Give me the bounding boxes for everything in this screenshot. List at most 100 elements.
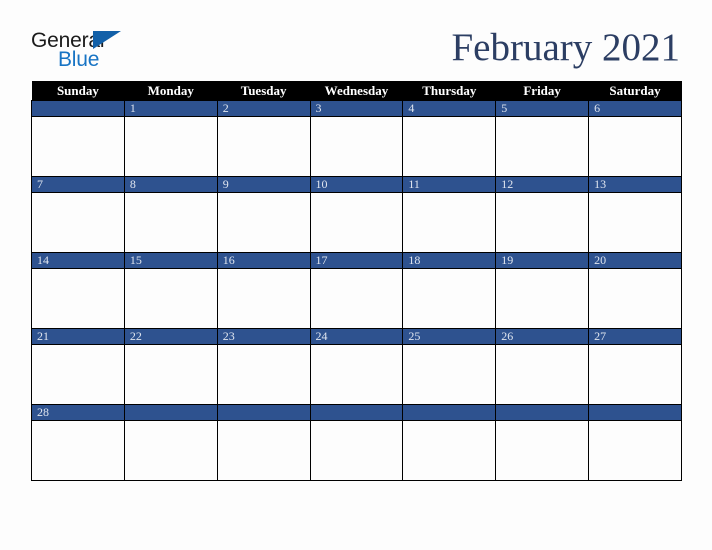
day-events-area[interactable] <box>32 193 124 252</box>
date-bar <box>310 404 403 421</box>
day-events-area[interactable] <box>217 269 310 328</box>
day-cell[interactable]: 24 <box>309 328 404 404</box>
day-cell[interactable]: 14 <box>31 252 125 328</box>
day-cell[interactable]: 13 <box>588 176 682 252</box>
day-cell[interactable] <box>216 404 311 481</box>
day-events-area[interactable] <box>496 193 589 252</box>
date-number: 10 <box>315 177 328 191</box>
day-events-area[interactable] <box>496 421 589 480</box>
day-events-area[interactable] <box>589 345 681 404</box>
date-number: 27 <box>594 329 607 343</box>
day-events-area[interactable] <box>589 421 681 480</box>
day-events-area[interactable] <box>217 193 310 252</box>
day-events-area[interactable] <box>403 117 496 176</box>
day-cell[interactable]: 25 <box>402 328 497 404</box>
date-number: 12 <box>501 177 514 191</box>
day-cell[interactable] <box>588 404 682 481</box>
day-cell[interactable]: 26 <box>495 328 590 404</box>
day-cell[interactable] <box>495 404 590 481</box>
day-events-area[interactable] <box>32 117 124 176</box>
date-bar <box>32 100 124 117</box>
day-events-area[interactable] <box>496 117 589 176</box>
date-number: 26 <box>501 329 514 343</box>
day-events-area[interactable] <box>217 117 310 176</box>
day-cell[interactable]: 19 <box>495 252 590 328</box>
day-events-area[interactable] <box>32 269 124 328</box>
day-events-area[interactable] <box>217 421 310 480</box>
day-cell[interactable]: 12 <box>495 176 590 252</box>
date-bar: 26 <box>496 328 589 345</box>
date-bar: 14 <box>32 252 124 269</box>
day-cell[interactable]: 4 <box>402 100 497 176</box>
day-cell[interactable]: 6 <box>588 100 682 176</box>
date-bar: 12 <box>496 176 589 193</box>
day-events-area[interactable] <box>589 193 681 252</box>
day-events-area[interactable] <box>32 345 124 404</box>
date-bar: 24 <box>310 328 403 345</box>
day-cell[interactable]: 23 <box>216 328 311 404</box>
day-cell[interactable]: 22 <box>123 328 218 404</box>
day-cell[interactable]: 27 <box>588 328 682 404</box>
calendar-grid: Sunday Monday Tuesday Wednesday Thursday… <box>31 81 682 481</box>
day-events-area[interactable] <box>310 269 403 328</box>
day-cell[interactable]: 1 <box>123 100 218 176</box>
date-bar <box>589 404 681 421</box>
day-events-area[interactable] <box>124 193 217 252</box>
weekday-header-sunday: Sunday <box>31 81 125 100</box>
day-events-area[interactable] <box>124 117 217 176</box>
day-events-area[interactable] <box>124 421 217 480</box>
page-title: February 2021 <box>451 26 680 69</box>
day-events-area[interactable] <box>496 345 589 404</box>
date-number: 3 <box>315 101 322 115</box>
weekday-header-friday: Friday <box>495 81 589 100</box>
day-events-area[interactable] <box>217 345 310 404</box>
day-cell[interactable]: 20 <box>588 252 682 328</box>
brand-logo[interactable]: General Blue <box>31 30 151 72</box>
day-cell[interactable]: 5 <box>495 100 590 176</box>
day-events-area[interactable] <box>310 345 403 404</box>
day-events-area[interactable] <box>589 269 681 328</box>
date-bar: 11 <box>403 176 496 193</box>
day-cell[interactable] <box>123 404 218 481</box>
day-cell[interactable]: 8 <box>123 176 218 252</box>
day-cell[interactable] <box>31 100 125 176</box>
day-events-area[interactable] <box>403 421 496 480</box>
day-events-area[interactable] <box>310 421 403 480</box>
date-bar: 6 <box>589 100 681 117</box>
day-events-area[interactable] <box>124 345 217 404</box>
day-events-area[interactable] <box>124 269 217 328</box>
day-cell[interactable] <box>309 404 404 481</box>
date-number: 19 <box>501 253 514 267</box>
day-cell[interactable]: 11 <box>402 176 497 252</box>
day-cell[interactable]: 10 <box>309 176 404 252</box>
day-cell[interactable]: 17 <box>309 252 404 328</box>
date-number: 21 <box>37 329 49 343</box>
calendar-week-row: 28 <box>31 404 682 481</box>
day-cell[interactable]: 21 <box>31 328 125 404</box>
day-events-area[interactable] <box>310 117 403 176</box>
calendar-weeks: 1 2 3 4 5 6 7 8 9 10 11 12 13 14 15 16 1… <box>31 100 682 481</box>
day-cell[interactable]: 3 <box>309 100 404 176</box>
date-number: 20 <box>594 253 607 267</box>
day-cell[interactable]: 16 <box>216 252 311 328</box>
day-cell[interactable]: 7 <box>31 176 125 252</box>
day-events-area[interactable] <box>403 269 496 328</box>
date-number: 7 <box>37 177 43 191</box>
day-events-area[interactable] <box>403 193 496 252</box>
date-number: 11 <box>408 177 420 191</box>
date-number: 4 <box>408 101 415 115</box>
day-cell[interactable]: 28 <box>31 404 125 481</box>
day-events-area[interactable] <box>496 269 589 328</box>
date-number: 13 <box>594 177 607 191</box>
day-events-area[interactable] <box>32 421 124 480</box>
day-cell[interactable]: 18 <box>402 252 497 328</box>
date-bar: 28 <box>32 404 124 421</box>
date-bar: 15 <box>124 252 217 269</box>
day-cell[interactable]: 15 <box>123 252 218 328</box>
day-events-area[interactable] <box>310 193 403 252</box>
day-cell[interactable] <box>402 404 497 481</box>
day-events-area[interactable] <box>403 345 496 404</box>
day-cell[interactable]: 9 <box>216 176 311 252</box>
day-events-area[interactable] <box>589 117 681 176</box>
day-cell[interactable]: 2 <box>216 100 311 176</box>
